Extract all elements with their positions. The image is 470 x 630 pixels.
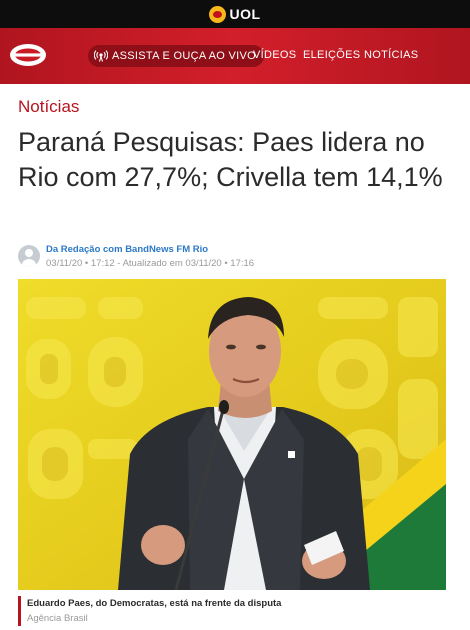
live-stream-label: ASSISTA E OUÇA AO VIVO [112,50,256,62]
live-stream-button[interactable]: ASSISTA E OUÇA AO VIVO [88,45,264,67]
section-link-noticias[interactable]: Notícias [18,97,79,117]
article-headline: Paraná Pesquisas: Paes lidera no Rio com… [18,127,443,192]
author-avatar-icon [18,245,40,267]
photo-caption: Eduardo Paes, do Democratas, está na fre… [27,598,282,609]
speaker-photo-illustration [18,279,446,590]
nav-link-eleicoes[interactable]: ELEIÇÕES [303,49,360,61]
band-logo-icon[interactable] [9,42,47,68]
publish-dates: 03/11/20 • 17:12 - Atualizado em 03/11/2… [46,258,255,269]
nav-link-noticias[interactable]: NOTÍCIAS [364,49,418,61]
main-nav: ASSISTA E OUÇA AO VIVO VÍDEOS ELEIÇÕES N… [0,28,470,84]
article-photo [18,279,446,590]
uol-logo[interactable]: UOL [209,5,261,23]
nav-link-videos[interactable]: VÍDEOS [253,49,296,61]
photo-credit: Agência Brasil [27,613,88,624]
author-name[interactable]: Da Redação com BandNews FM Rio [46,244,254,255]
broadcast-icon [94,50,108,62]
caption-accent-bar [18,596,21,626]
uol-logo-icon [209,5,227,23]
uol-topbar: UOL [0,0,470,28]
uol-logo-text: UOL [229,6,261,22]
article-byline: Da Redação com BandNews FM Rio 03/11/20 … [18,244,254,269]
